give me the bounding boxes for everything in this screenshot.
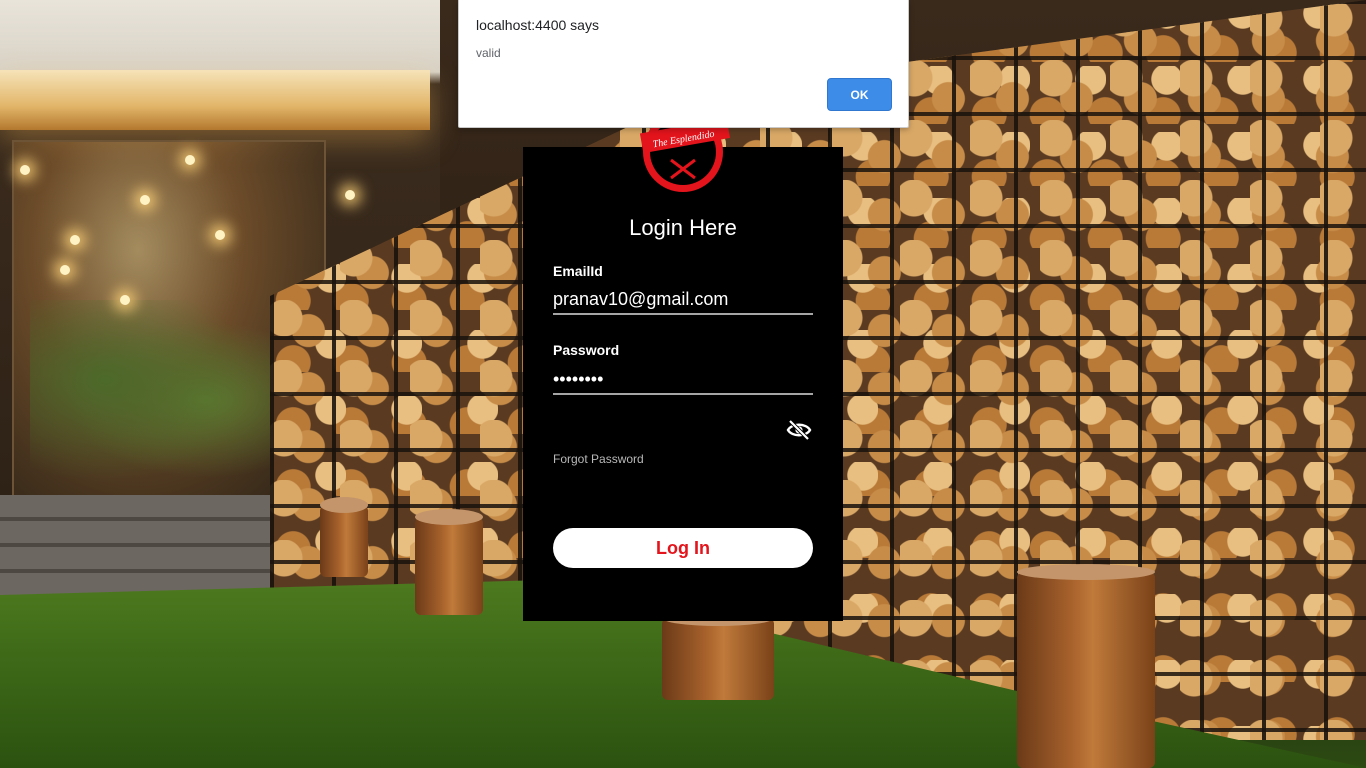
forgot-password-link[interactable]: Forgot Password [553,452,644,466]
lit-stump [320,497,368,577]
lit-stump [415,509,483,615]
ceiling-light [215,230,225,240]
ceiling-light [70,235,80,245]
restaurant-canopy [0,70,430,130]
ceiling-light [60,265,70,275]
alert-title: localhost:4400 says [476,17,599,33]
login-title: Login Here [629,215,737,240]
ceiling-light [120,295,130,305]
eye-slash-icon[interactable] [786,419,812,441]
alert-ok-button[interactable]: OK [827,78,892,111]
ceiling-light [185,155,195,165]
ceiling-light [20,165,30,175]
ceiling-light [140,195,150,205]
alert-message: valid [476,46,501,60]
lit-stump [662,610,774,700]
restaurant-plants [30,300,280,500]
login-button[interactable]: Log In [553,528,813,568]
lit-stump [1017,564,1155,768]
login-card: The Esplendido Login Here EmailId Passwo… [523,122,843,621]
email-label: EmailId [553,263,603,279]
password-field[interactable] [553,365,813,395]
alert-dialog: localhost:4400 says valid OK [458,0,909,128]
email-field[interactable] [553,285,813,315]
restaurant-logo: The Esplendido [639,122,731,192]
password-label: Password [553,342,620,358]
ceiling-light [345,190,355,200]
